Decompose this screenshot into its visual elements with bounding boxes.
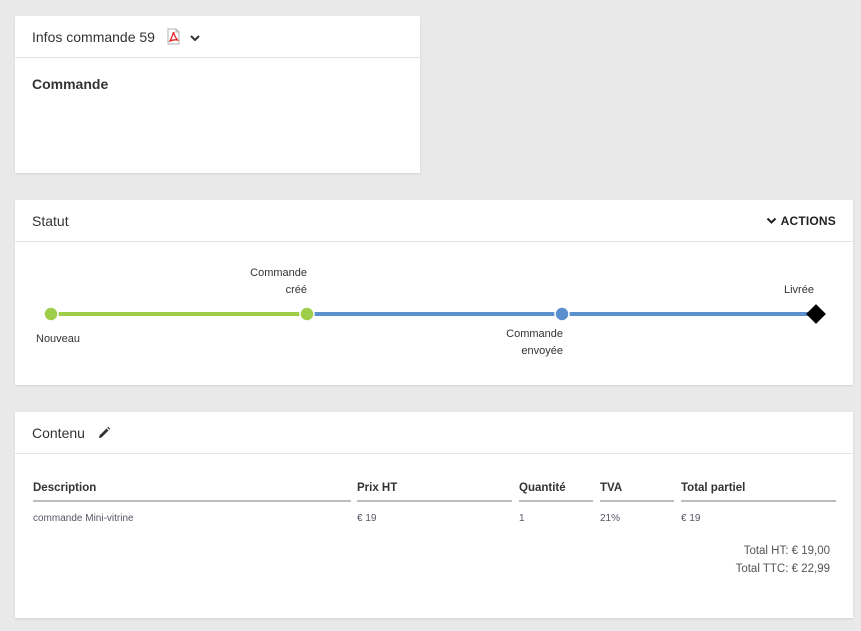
column-divider bbox=[681, 500, 836, 502]
order-info-title: Infos commande 59 bbox=[32, 28, 155, 45]
cell-quantity: 1 bbox=[519, 513, 525, 524]
cell-vat: 21% bbox=[600, 513, 621, 524]
column-header-description: Description bbox=[33, 482, 97, 494]
column-divider bbox=[519, 500, 593, 502]
step-label-line: Commande bbox=[506, 328, 563, 340]
content-card: Contenu Description Prix HT Quantité TVA… bbox=[15, 412, 853, 618]
actions-label: ACTIONS bbox=[780, 213, 836, 228]
step-label-livree: Livrée bbox=[784, 282, 814, 299]
step-marker-commande-cree bbox=[299, 306, 315, 322]
column-header-quantity: Quantité bbox=[519, 482, 566, 494]
step-label-commande-cree: Commande créé bbox=[245, 265, 307, 299]
column-divider bbox=[33, 500, 351, 502]
step-label-nouveau: Nouveau bbox=[36, 331, 80, 348]
total-ttc: Total TTC: € 22,99 bbox=[735, 563, 830, 575]
column-header-price: Prix HT bbox=[357, 482, 398, 494]
actions-button[interactable]: ACTIONS bbox=[766, 214, 836, 228]
order-info-header: Infos commande 59 bbox=[15, 16, 420, 58]
chevron-down-icon[interactable] bbox=[189, 31, 201, 43]
step-label-line: Nouveau bbox=[36, 333, 81, 345]
column-divider bbox=[357, 500, 512, 502]
status-title: Statut bbox=[32, 212, 69, 229]
pencil-icon[interactable] bbox=[97, 426, 111, 440]
column-divider bbox=[600, 500, 674, 502]
step-marker-nouveau bbox=[43, 306, 59, 322]
pdf-icon[interactable] bbox=[165, 28, 182, 45]
column-header-vat: TVA bbox=[600, 482, 623, 494]
status-timeline: Nouveau Commande créé Commande envoyée L… bbox=[15, 242, 853, 385]
step-label-line: Livrée bbox=[784, 284, 814, 296]
total-ht: Total HT: € 19,00 bbox=[743, 545, 830, 557]
section-title: Commande bbox=[32, 76, 109, 92]
content-title: Contenu bbox=[32, 424, 85, 441]
status-header: Statut ACTIONS bbox=[15, 200, 853, 242]
order-info-card: Infos commande 59 Commande bbox=[15, 16, 420, 173]
cell-price: € 19 bbox=[357, 513, 377, 524]
step-marker-livree bbox=[806, 304, 826, 324]
cell-description: commande Mini-vitrine bbox=[33, 513, 134, 524]
column-header-subtotal: Total partiel bbox=[681, 482, 746, 494]
content-header: Contenu bbox=[15, 412, 853, 454]
step-label-line: créé bbox=[285, 284, 307, 296]
cell-subtotal: € 19 bbox=[681, 513, 701, 524]
step-marker-commande-envoyee bbox=[554, 306, 570, 322]
step-label-line: Commande bbox=[250, 267, 307, 279]
chevron-down-icon bbox=[766, 217, 776, 224]
step-label-commande-envoyee: Commande envoyée bbox=[497, 326, 563, 360]
status-card: Statut ACTIONS Nouveau Commande créé Com… bbox=[15, 200, 853, 385]
step-label-line: envoyée bbox=[521, 345, 563, 357]
